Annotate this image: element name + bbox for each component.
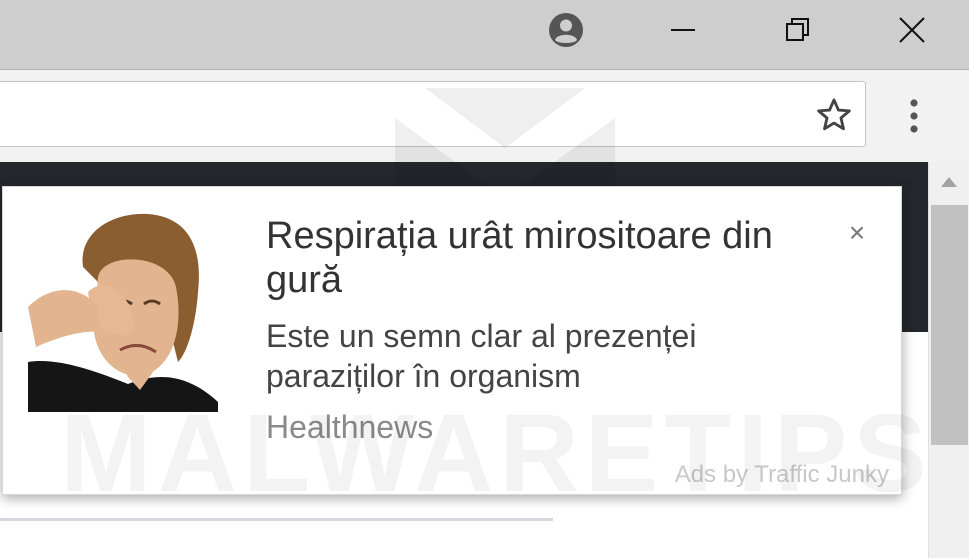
notification-image: [28, 212, 218, 412]
close-icon: [898, 17, 925, 43]
star-icon: [817, 98, 851, 131]
browser-menu-button[interactable]: [896, 94, 932, 138]
restore-icon: [785, 18, 809, 41]
profile-icon: [549, 13, 583, 47]
minimize-button[interactable]: [655, 0, 710, 60]
bookmark-star-button[interactable]: [813, 94, 855, 136]
notification-source: Healthnews: [266, 409, 434, 445]
ad-photo: [28, 212, 218, 412]
address-bar[interactable]: [0, 81, 866, 147]
browser-toolbar: [0, 70, 969, 162]
window-titlebar: [0, 0, 969, 70]
scrollbar-thumb[interactable]: [931, 205, 968, 445]
scrollbar[interactable]: [928, 162, 969, 558]
push-notification[interactable]: Respirația urât mirositoare din gură Est…: [2, 186, 902, 495]
arrow-up-icon: [941, 177, 957, 187]
close-window-button[interactable]: [884, 0, 939, 60]
page-divider: [0, 518, 553, 521]
minimize-icon: [670, 29, 695, 31]
notification-close-button[interactable]: ×: [841, 217, 873, 249]
scroll-up-button[interactable]: [929, 162, 969, 202]
profile-button[interactable]: [540, 0, 592, 60]
notification-title: Respirația urât mirositoare din gură: [266, 215, 773, 301]
notification-description: Este un semn clar al prezenței parazițil…: [266, 318, 697, 394]
restore-button[interactable]: [770, 0, 825, 60]
ads-attribution: Ads by Traffic Junky: [674, 461, 889, 488]
more-vert-icon: [910, 99, 918, 133]
